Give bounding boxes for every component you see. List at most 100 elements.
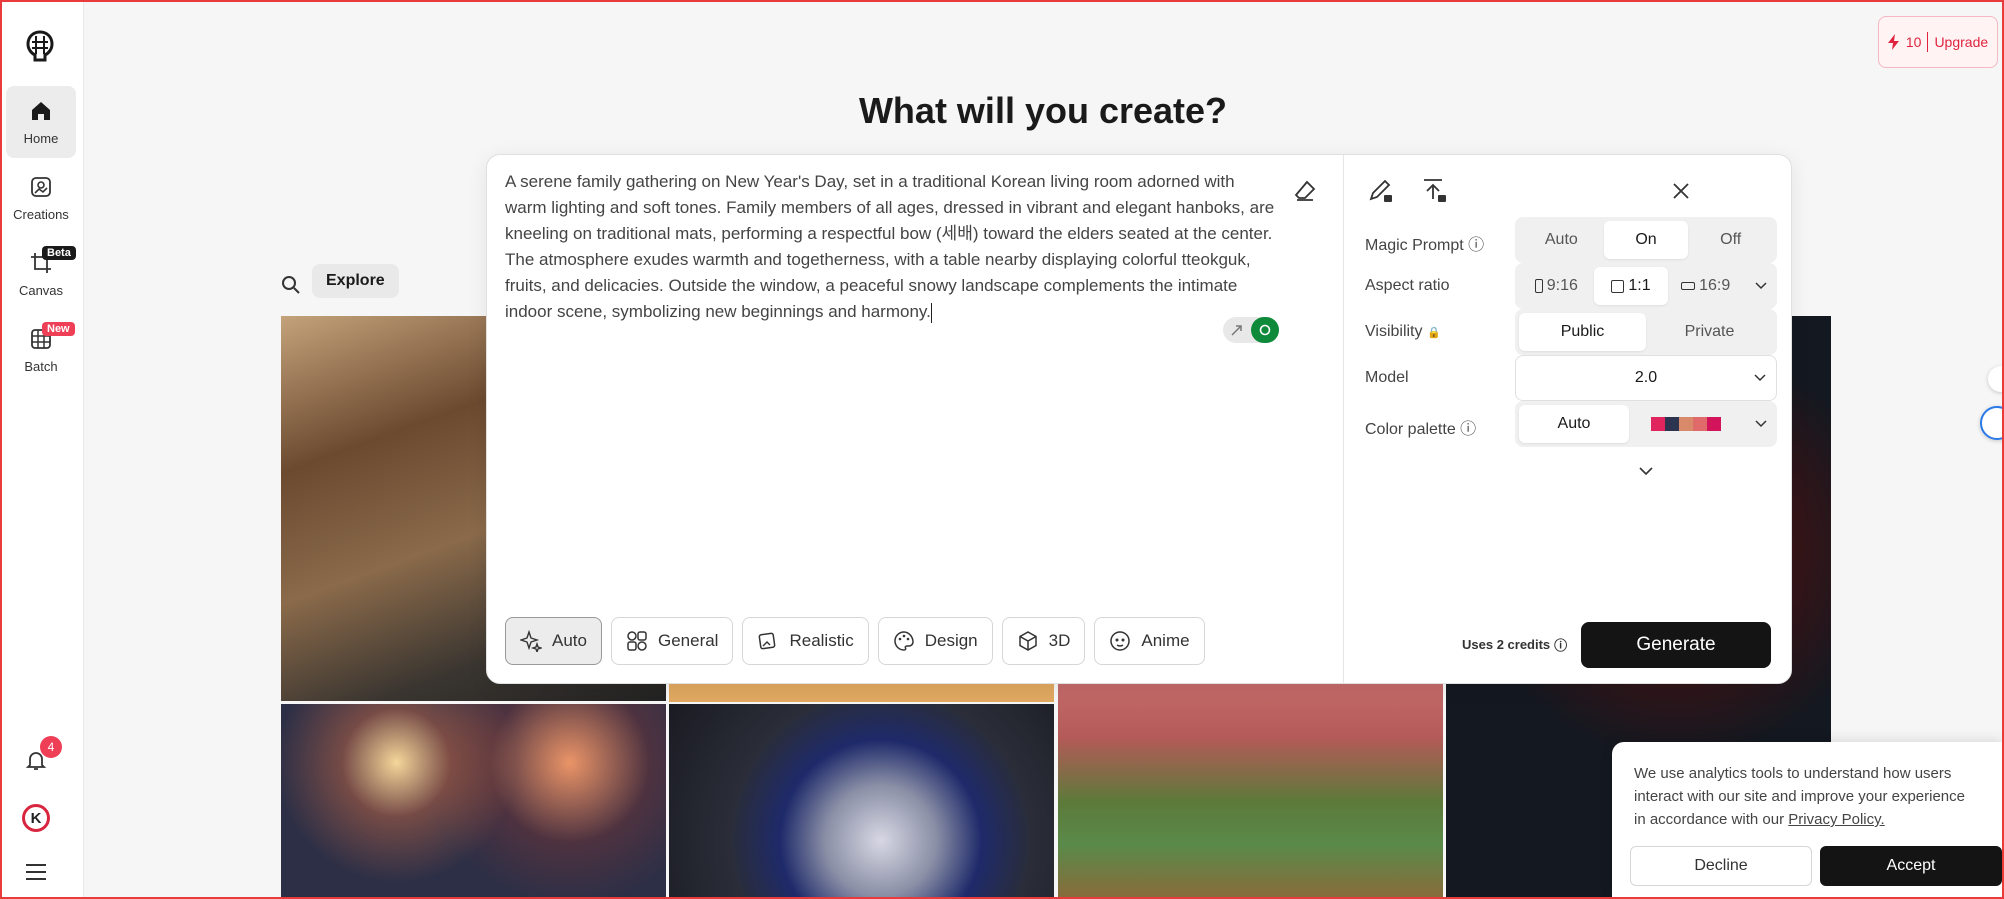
- accept-button[interactable]: Accept: [1820, 846, 2002, 886]
- feather-icon: [1231, 325, 1242, 336]
- visibility-selector: Public Private: [1515, 309, 1777, 355]
- sidebar-item-home[interactable]: Home: [6, 86, 76, 158]
- pin-icon[interactable]: [1988, 366, 2002, 392]
- aspect-1-1[interactable]: 1:1: [1593, 267, 1669, 305]
- aspect-ratio-label: Aspect ratio: [1365, 277, 1450, 294]
- upgrade-label: Upgrade: [1934, 34, 1989, 50]
- magic-prompt-selector: Auto On Off: [1515, 217, 1777, 263]
- style-3d-button[interactable]: 3D: [1001, 617, 1086, 665]
- chevron-down-icon[interactable]: [1755, 282, 1767, 290]
- visibility-label: Visibility 🔒: [1365, 323, 1441, 340]
- color-swatch: [1665, 417, 1679, 431]
- page-title: What will you create?: [858, 90, 1228, 131]
- color-palette-selector: Auto: [1515, 401, 1777, 447]
- text-caret: [930, 302, 932, 323]
- divider: [1927, 32, 1929, 52]
- portrait-icon: [1534, 279, 1543, 293]
- toggle-knob: [1251, 317, 1279, 343]
- magic-prompt-auto[interactable]: Auto: [1519, 221, 1604, 259]
- palette-auto[interactable]: Auto: [1519, 405, 1629, 443]
- model-value: 2.0: [1634, 369, 1658, 386]
- style-label: 3D: [1048, 631, 1071, 650]
- menu-icon[interactable]: [24, 862, 48, 882]
- chat-icon[interactable]: [1980, 406, 2002, 440]
- landscape-icon: [1681, 282, 1696, 290]
- eraser-icon[interactable]: [1293, 179, 1317, 203]
- generate-button[interactable]: Generate: [1581, 622, 1771, 668]
- style-label: Realistic: [789, 631, 854, 650]
- style-label: General: [657, 631, 719, 650]
- close-icon[interactable]: [1671, 181, 1691, 201]
- sparkle-icon: [520, 630, 542, 652]
- edit-locked-icon[interactable]: [1367, 177, 1395, 205]
- style-anime-button[interactable]: Anime: [1094, 617, 1205, 665]
- style-general-button[interactable]: General: [610, 617, 734, 665]
- avatar[interactable]: K: [22, 804, 50, 832]
- notifications-button[interactable]: 4: [24, 736, 62, 777]
- expand-more-icon[interactable]: [1639, 467, 1653, 476]
- face-icon: [1110, 631, 1131, 651]
- explore-tab[interactable]: Explore: [312, 264, 399, 298]
- grid-shapes-icon: [627, 631, 647, 651]
- credits-count: 10: [1905, 34, 1922, 50]
- beta-badge: Beta: [42, 246, 76, 260]
- search-icon[interactable]: [280, 274, 302, 296]
- palette-swatches[interactable]: [1629, 405, 1743, 443]
- prompt-text: A serene family gathering on New Year's …: [505, 172, 1275, 321]
- color-swatch: [1707, 417, 1721, 431]
- home-icon: [32, 101, 50, 120]
- credits-note: Uses 2 credits ⓘ: [1462, 637, 1568, 653]
- prompt-enhance-toggle[interactable]: [1223, 317, 1279, 343]
- gallery-image-globe[interactable]: [669, 704, 1054, 897]
- style-label: Design: [924, 631, 978, 650]
- color-palette-label: Color palette ⓘ: [1365, 421, 1477, 438]
- model-label: Model: [1365, 369, 1409, 386]
- magic-prompt-label: Magic Prompt ⓘ: [1365, 237, 1485, 254]
- style-realistic-button[interactable]: Realistic: [742, 617, 869, 665]
- image-icon: [31, 176, 51, 197]
- style-design-button[interactable]: Design: [877, 617, 993, 665]
- style-auto-button[interactable]: Auto: [505, 617, 602, 665]
- chevron-down-icon: [1754, 374, 1766, 382]
- photo-icon: [759, 632, 776, 650]
- decline-button[interactable]: Decline: [1630, 846, 1812, 886]
- color-swatch: [1651, 417, 1665, 431]
- cookie-text: We use analytics tools to understand how…: [1634, 765, 1965, 828]
- cube-icon: [1018, 631, 1037, 651]
- style-buttons: Auto General Realistic Design 3D Anime: [505, 617, 1205, 665]
- lock-icon: 🔒: [1426, 327, 1441, 339]
- upload-locked-icon[interactable]: [1421, 177, 1449, 205]
- sidebar-item-canvas[interactable]: Canvas Beta: [6, 238, 76, 310]
- magic-prompt-off[interactable]: Off: [1688, 221, 1773, 259]
- aspect-9-16[interactable]: 9:16: [1519, 267, 1594, 305]
- aspect-16-9[interactable]: 16:9: [1668, 267, 1743, 305]
- brain-logo-icon[interactable]: [22, 26, 58, 66]
- magic-prompt-on[interactable]: On: [1603, 221, 1689, 259]
- sidebar: Home Creations Canvas Beta Batch New 4 K: [2, 2, 84, 897]
- style-label: Auto: [552, 631, 587, 650]
- sidebar-item-label: Canvas: [18, 282, 64, 298]
- sidebar-item-batch[interactable]: Batch New: [6, 314, 76, 386]
- visibility-private[interactable]: Private: [1646, 313, 1773, 351]
- aspect-ratio-selector: 9:16 1:1 16:9: [1515, 263, 1777, 309]
- visibility-public[interactable]: Public: [1519, 313, 1646, 351]
- bolt-icon: [1887, 34, 1899, 50]
- prompt-input[interactable]: A serene family gathering on New Year's …: [505, 169, 1275, 325]
- privacy-policy-link[interactable]: Privacy Policy.: [1788, 811, 1884, 828]
- cookie-banner: We use analytics tools to understand how…: [1612, 742, 2002, 897]
- model-select[interactable]: 2.0: [1515, 355, 1777, 401]
- gallery-image-cartoon[interactable]: [669, 684, 1054, 702]
- sidebar-item-label: Creations: [13, 206, 69, 222]
- sidebar-item-creations[interactable]: Creations: [6, 162, 76, 234]
- style-label: Anime: [1141, 631, 1190, 650]
- color-swatch: [1693, 417, 1707, 431]
- gallery-image-cottage[interactable]: [1058, 684, 1443, 897]
- palette-icon: [893, 631, 914, 651]
- chevron-down-icon[interactable]: [1755, 420, 1767, 428]
- panel-divider: [1343, 155, 1344, 683]
- upgrade-button[interactable]: 10 Upgrade: [1878, 16, 1998, 68]
- gallery-image-fireworks[interactable]: [281, 704, 666, 897]
- square-icon: [1611, 279, 1625, 293]
- color-swatch: [1679, 417, 1693, 431]
- create-panel: A serene family gathering on New Year's …: [486, 154, 1792, 684]
